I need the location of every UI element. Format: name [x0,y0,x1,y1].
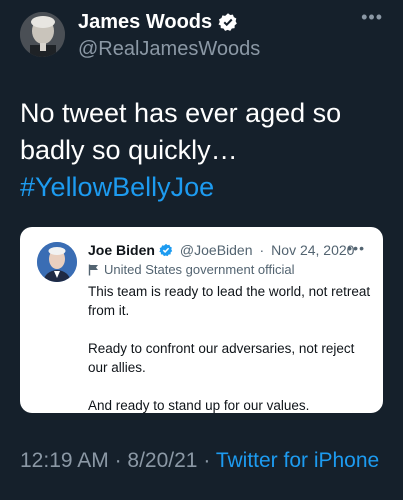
quoted-tweet-header: Joe Biden @JoeBiden · Nov 24, 2020 [88,241,354,259]
author-handle[interactable]: @RealJamesWoods [78,37,260,61]
quoted-paragraph: Ready to confront our adversaries, not r… [88,341,355,375]
quoted-tweet-date[interactable]: Nov 24, 2020 [271,241,354,259]
quoted-author-handle[interactable]: @JoeBiden [180,241,253,259]
tweet-text: No tweet has ever aged so badly so quick… [20,95,390,206]
quoted-paragraph: This team is ready to lead the world, no… [88,284,371,318]
author-name[interactable]: James Woods [78,10,212,34]
tweet-line: badly so quickly… [20,135,238,165]
quoted-author-photo [37,242,77,282]
quoted-tweet-text: This team is ready to lead the world, no… [88,282,373,415]
tweet-source-link[interactable]: Twitter for iPhone [216,449,379,472]
header-separator: · [259,242,265,258]
quoted-author-avatar[interactable] [37,242,77,282]
metadata-separator: · [114,449,122,472]
tweet-detail: James Woods @RealJamesWoods ••• No tweet… [0,0,403,500]
tweet-date[interactable]: 8/20/21 [127,449,197,472]
government-flag-icon [88,264,98,276]
quoted-author-name[interactable]: Joe Biden [88,241,155,259]
verified-badge-icon [218,13,237,31]
metadata-separator: · [203,449,211,472]
author-avatar[interactable] [20,12,65,57]
author-photo [20,12,65,57]
quoted-paragraph: And ready to stand up for our values. [88,398,310,413]
tweet-time[interactable]: 12:19 AM [20,449,109,472]
government-label: United States government official [88,261,295,279]
quoted-tweet-card[interactable]: Joe Biden @JoeBiden · Nov 24, 2020 ••• U… [20,227,383,413]
quoted-more-options-icon[interactable]: ••• [347,240,365,256]
government-label-text: United States government official [104,262,295,277]
author-name-row: James Woods [78,10,238,34]
tweet-line: No tweet has ever aged so [20,98,342,128]
tweet-metadata: 12:19 AM · 8/20/21 · Twitter for iPhone [20,447,390,475]
hashtag-link[interactable]: #YellowBellyJoe [20,169,390,206]
verified-badge-icon [159,243,173,257]
more-options-icon[interactable]: ••• [361,8,383,26]
